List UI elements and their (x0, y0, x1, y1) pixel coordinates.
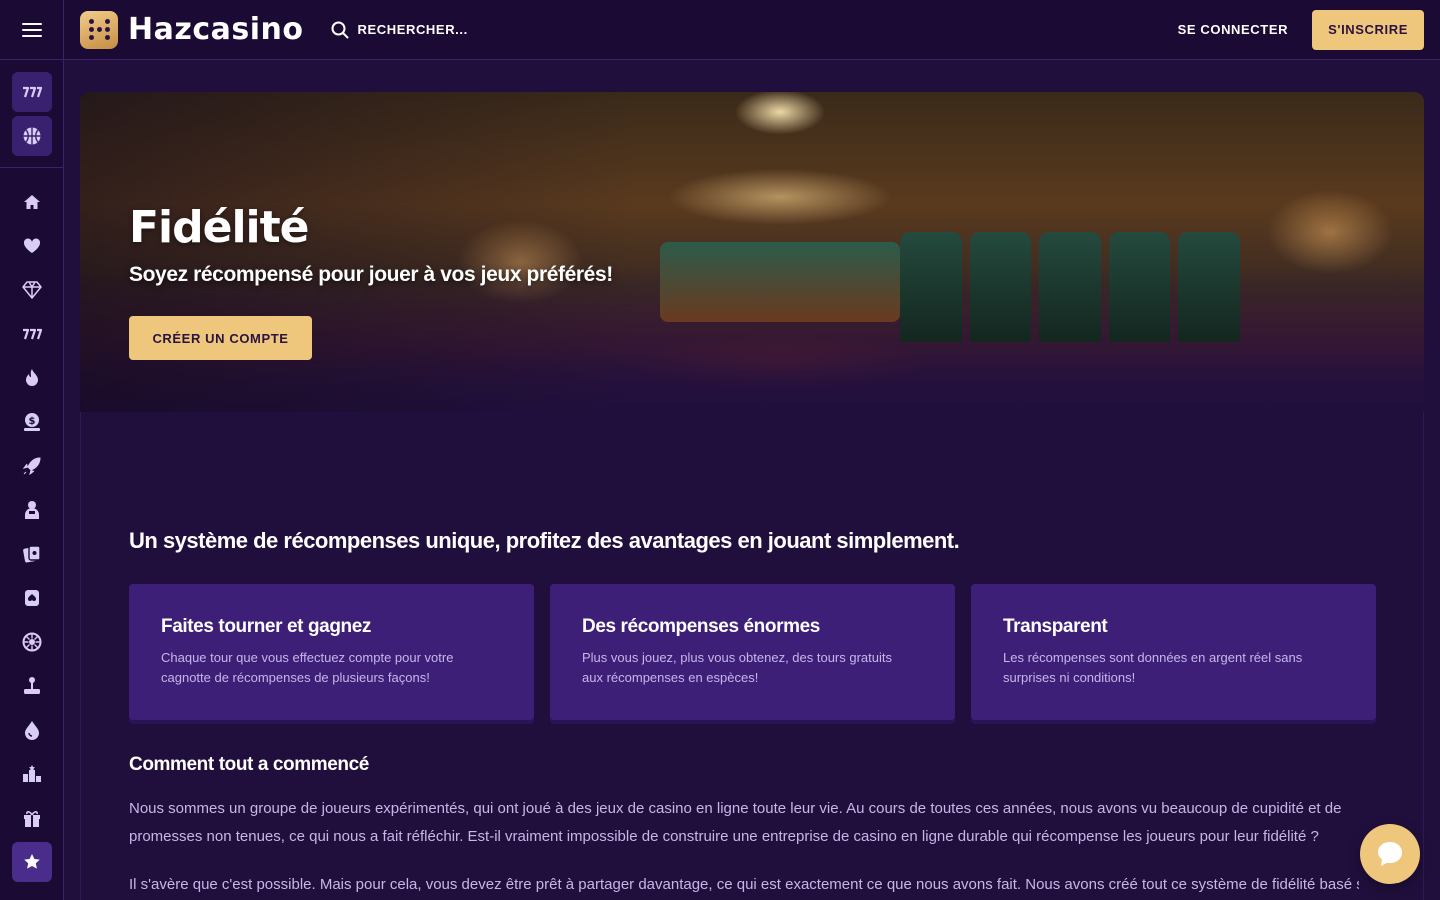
sidebar-item-blackjack[interactable] (0, 532, 64, 576)
page-title: Fidélité (129, 202, 310, 253)
joystick-icon (24, 677, 40, 694)
top-header: Hazcasino RECHERCHER... SE CONNECTER S'I… (0, 0, 1440, 60)
sidebar-list: $ (0, 168, 63, 884)
reward-card-text: Plus vous jouez, plus vous obtenez, des … (582, 650, 893, 685)
leaderboard-icon (23, 765, 41, 782)
slot-machine-icon (22, 86, 42, 98)
chat-icon (1378, 842, 1402, 866)
slot-machine-icon (23, 328, 42, 340)
sidebar-item-arcade[interactable] (0, 664, 64, 708)
sidebar: $ (0, 60, 64, 900)
sidebar-item-jackpots[interactable]: $ (0, 400, 64, 444)
reward-card-spin: Faites tourner et gagnez Chaque tour que… (129, 584, 534, 720)
login-button[interactable]: SE CONNECTER (1178, 22, 1289, 37)
story-paragraph: Nous sommes un groupe de joueurs expérim… (129, 800, 1342, 845)
brand-logo[interactable]: Hazcasino (80, 10, 304, 49)
sidebar-tile-casino[interactable] (11, 72, 52, 112)
hero-casino-table (660, 242, 900, 322)
live-chat-button[interactable] (1360, 824, 1420, 884)
active-tile (12, 842, 52, 882)
hero-chandelier (720, 92, 840, 152)
reward-card-huge: Des récompenses énormes Plus vous jouez,… (550, 584, 955, 720)
sidebar-item-popular[interactable] (0, 356, 64, 400)
story-title: Comment tout a commencé (129, 754, 369, 775)
reward-card-title: Des récompenses énormes (582, 616, 820, 637)
reward-card-text: Chaque tour que vous effectuez compte po… (161, 650, 454, 685)
basketball-icon (23, 127, 40, 145)
story-paragraph: Il s'avère que c'est possible. Mais pour… (129, 876, 1359, 893)
sidebar-item-live-casino[interactable] (0, 488, 64, 532)
drop-icon (25, 721, 39, 740)
rocket-icon (22, 457, 41, 476)
poker-icon (25, 590, 39, 606)
sidebar-item-slots[interactable] (0, 312, 64, 356)
signup-button[interactable]: S'INSCRIRE (1312, 9, 1424, 50)
sidebar-item-new-games[interactable] (0, 444, 64, 488)
hero-chairs (900, 232, 1240, 342)
reward-card-title: Faites tourner et gagnez (161, 616, 371, 637)
sidebar-item-promotions[interactable] (0, 796, 64, 840)
hero-subtitle: Soyez récompensé pour jouer à vos jeux p… (129, 263, 613, 286)
rewards-cards: Faites tourner et gagnez Chaque tour que… (129, 584, 1376, 720)
svg-text:$: $ (29, 416, 36, 427)
reward-card-transparent: Transparent Les récompenses sont données… (971, 584, 1376, 720)
sidebar-item-home[interactable] (0, 180, 64, 224)
menu-button[interactable] (0, 0, 64, 60)
sidebar-item-leaderboard[interactable] (0, 752, 64, 796)
sidebar-item-vip[interactable] (0, 268, 64, 312)
brand-name: Hazcasino (128, 12, 304, 47)
reward-card-text: Les récompenses sont données en argent r… (1003, 650, 1303, 685)
rewards-section-title: Un système de récompenses unique, profit… (129, 528, 960, 553)
create-account-button[interactable]: CRÉER UN COMPTE (129, 316, 312, 360)
reward-card-title: Transparent (1003, 616, 1108, 637)
hamburger-menu-icon (21, 22, 42, 37)
dice-logo-icon (80, 10, 118, 49)
jackpot-icon: $ (24, 413, 40, 431)
heart-icon (23, 238, 41, 253)
search-label: RECHERCHER... (357, 22, 468, 37)
sidebar-tile-sports[interactable] (11, 116, 52, 156)
home-icon (24, 195, 40, 209)
sidebar-top-section (0, 60, 63, 168)
roulette-icon (22, 632, 42, 652)
blackjack-icon (23, 545, 41, 563)
hero-banner: Fidélité Soyez récompensé pour jouer à v… (80, 92, 1424, 412)
sidebar-item-drops[interactable] (0, 708, 64, 752)
sidebar-item-roulette[interactable] (0, 620, 64, 664)
star-icon (24, 854, 40, 869)
gift-icon (24, 811, 40, 827)
live-dealer-icon (25, 501, 39, 519)
sidebar-item-favorites[interactable] (0, 224, 64, 268)
sidebar-item-loyalty[interactable] (0, 840, 64, 884)
search-icon (331, 21, 349, 38)
diamond-icon (22, 281, 42, 299)
search-button[interactable]: RECHERCHER... (331, 21, 467, 39)
sidebar-item-poker[interactable] (0, 576, 64, 620)
flame-icon (26, 369, 38, 386)
